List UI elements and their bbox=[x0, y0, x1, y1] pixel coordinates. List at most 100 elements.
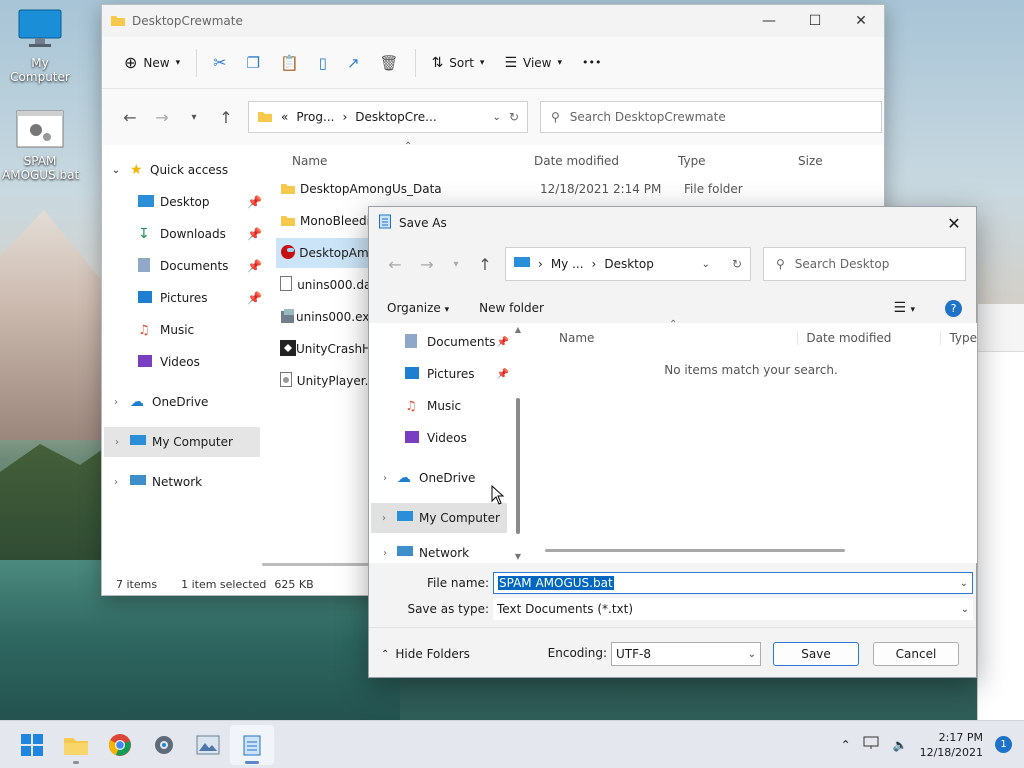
taskbar-settings[interactable] bbox=[142, 725, 186, 765]
column-date-modified[interactable]: Date modified bbox=[524, 154, 668, 168]
recent-chevron-icon[interactable]: ▾ bbox=[178, 112, 210, 123]
rename-button[interactable]: ▯ bbox=[309, 45, 337, 81]
horizontal-scrollbar[interactable] bbox=[545, 549, 845, 552]
delete-button[interactable]: 🗑 bbox=[370, 45, 409, 81]
nav-music[interactable]: ♫ Music bbox=[102, 315, 262, 345]
nav-videos[interactable]: Videos bbox=[102, 347, 262, 377]
chevron-up-icon[interactable]: ⌃ bbox=[841, 738, 851, 752]
maximize-button[interactable]: ☐ bbox=[792, 6, 838, 36]
gear-icon bbox=[155, 735, 173, 754]
breadcrumb-item[interactable]: DesktopCre... bbox=[355, 110, 436, 124]
chevron-down-icon[interactable]: ⌄ bbox=[748, 649, 756, 660]
start-button[interactable] bbox=[10, 725, 54, 765]
chevron-down-icon[interactable]: ⌄ bbox=[702, 259, 710, 270]
refresh-icon[interactable]: ↻ bbox=[509, 110, 519, 124]
new-folder-button[interactable]: New folder bbox=[479, 301, 544, 315]
nav-downloads[interactable]: ↧ Downloads 📌 bbox=[102, 219, 262, 249]
file-row[interactable]: UnityPlayer.d bbox=[276, 366, 376, 396]
breadcrumb-overflow[interactable]: « bbox=[281, 110, 288, 124]
vertical-scrollbar[interactable]: ▲ ▼ bbox=[513, 325, 523, 561]
nav-quick-access[interactable]: ⌄ ★ Quick access bbox=[102, 155, 272, 185]
nav-pictures[interactable]: Pictures 📌 bbox=[102, 283, 262, 313]
horizontal-scrollbar[interactable] bbox=[262, 563, 372, 566]
view-button[interactable]: ☰ View ▾ bbox=[494, 45, 572, 81]
volume-muted-icon[interactable]: 🔈 bbox=[893, 738, 908, 752]
cancel-button[interactable]: Cancel bbox=[873, 642, 959, 666]
taskbar-file-explorer[interactable] bbox=[54, 725, 98, 765]
nav-my-computer[interactable]: › My Computer bbox=[104, 427, 260, 457]
share-button[interactable]: ↗ bbox=[337, 45, 370, 81]
file-row[interactable]: unins000.dat bbox=[276, 270, 376, 300]
desktop-icon-spam-amogus-bat[interactable]: SPAM AMOGUS.bat bbox=[0, 110, 80, 182]
breadcrumb-item[interactable]: Prog... bbox=[296, 110, 334, 124]
paste-button[interactable]: 📋 bbox=[270, 45, 309, 81]
chevron-down-icon[interactable]: ⌄ bbox=[961, 604, 969, 615]
nav-documents[interactable]: Documents 📌 bbox=[405, 327, 509, 357]
encoding-select[interactable]: UTF-8 ⌄ bbox=[611, 642, 761, 666]
column-name[interactable]: Name bbox=[525, 331, 797, 345]
minimize-button[interactable]: — bbox=[746, 6, 792, 36]
save-button[interactable]: Save bbox=[773, 642, 859, 666]
forward-arrow-icon[interactable]: → bbox=[411, 255, 443, 274]
dialog-address-bar[interactable]: › My ... › Desktop ⌄ ↻ bbox=[505, 247, 751, 281]
up-arrow-icon[interactable]: ↑ bbox=[210, 108, 242, 127]
clock[interactable]: 2:17 PM 12/18/2021 bbox=[920, 730, 983, 760]
file-row[interactable]: UnityCrashHa bbox=[276, 334, 379, 364]
nav-network[interactable]: › Network bbox=[102, 467, 262, 497]
close-button[interactable]: ✕ bbox=[838, 6, 884, 36]
sort-button[interactable]: ⇅ Sort ▾ bbox=[422, 45, 495, 81]
close-icon[interactable]: ✕ bbox=[932, 207, 976, 239]
nav-documents[interactable]: Documents 📌 bbox=[102, 251, 262, 281]
column-date-modified[interactable]: Date modified bbox=[797, 331, 940, 345]
back-arrow-icon[interactable]: ← bbox=[114, 108, 146, 127]
chevron-down-icon[interactable]: ⌄ bbox=[960, 578, 968, 589]
notification-badge[interactable]: 1 bbox=[995, 736, 1012, 753]
hide-folders-button[interactable]: ⌃ Hide Folders bbox=[381, 647, 470, 661]
view-options-icon[interactable]: ☰ ▾ bbox=[893, 300, 915, 316]
breadcrumb-item[interactable]: My ... bbox=[551, 257, 584, 271]
file-name: unins000.exe bbox=[296, 310, 377, 324]
column-name[interactable]: Name bbox=[276, 154, 524, 168]
breadcrumb-item[interactable]: Desktop bbox=[604, 257, 654, 271]
file-row[interactable]: DesktopAmo bbox=[276, 238, 376, 268]
nav-videos[interactable]: Videos bbox=[405, 423, 509, 453]
chevron-down-icon[interactable]: ⌄ bbox=[493, 112, 501, 123]
nav-onedrive[interactable]: › ☁ OneDrive bbox=[373, 463, 509, 493]
up-arrow-icon[interactable]: ↑ bbox=[469, 255, 501, 274]
file-row[interactable]: unins000.exe bbox=[276, 302, 376, 332]
nav-label: Network bbox=[152, 475, 203, 489]
scrollbar-thumb[interactable] bbox=[516, 398, 520, 534]
dialog-search-box[interactable]: ⚲ Search Desktop bbox=[763, 247, 966, 281]
nav-music[interactable]: ♫ Music bbox=[405, 391, 509, 421]
nav-desktop[interactable]: Desktop 📌 bbox=[102, 187, 262, 217]
taskbar-photos[interactable] bbox=[186, 725, 230, 765]
nav-pictures[interactable]: Pictures 📌 bbox=[405, 359, 509, 389]
more-options-button[interactable]: ••• bbox=[572, 45, 611, 81]
back-arrow-icon[interactable]: ← bbox=[379, 255, 411, 274]
refresh-icon[interactable]: ↻ bbox=[732, 257, 742, 271]
column-size[interactable]: Size bbox=[788, 154, 858, 168]
file-name-input[interactable]: SPAM AMOGUS.bat ⌄ bbox=[493, 572, 973, 594]
network-status-icon[interactable] bbox=[863, 736, 881, 753]
save-as-type-select[interactable]: Text Documents (*.txt) ⌄ bbox=[493, 598, 973, 620]
help-icon[interactable]: ? bbox=[945, 299, 962, 317]
file-name: UnityCrashHa bbox=[296, 342, 379, 356]
nav-my-computer[interactable]: › My Computer bbox=[371, 503, 507, 533]
organize-button[interactable]: Organize ▾ bbox=[387, 301, 449, 315]
forward-arrow-icon[interactable]: → bbox=[146, 108, 178, 127]
column-type[interactable]: Type bbox=[668, 154, 788, 168]
explorer-search-box[interactable]: ⚲ Search DesktopCrewmate bbox=[540, 101, 882, 133]
cut-button[interactable]: ✂ bbox=[203, 45, 236, 81]
taskbar-chrome[interactable] bbox=[98, 725, 142, 765]
recent-chevron-icon[interactable]: ▾ bbox=[443, 259, 469, 270]
desktop-icon-my-computer[interactable]: My Computer bbox=[0, 8, 80, 84]
taskbar-notepad[interactable] bbox=[230, 724, 274, 765]
column-type[interactable]: Type bbox=[940, 331, 977, 345]
new-button[interactable]: ⊕ New ▾ bbox=[114, 45, 190, 81]
amongus-app-icon bbox=[276, 244, 299, 263]
address-bar[interactable]: « Prog... › DesktopCre... ⌄ ↻ bbox=[248, 101, 528, 133]
nav-onedrive[interactable]: › ☁ OneDrive bbox=[102, 387, 262, 417]
nav-network[interactable]: › Network bbox=[373, 543, 509, 563]
copy-button[interactable]: ❐ bbox=[237, 45, 270, 81]
file-row[interactable]: DesktopAmongUs_Data 12/18/2021 2:14 PM F… bbox=[276, 174, 876, 204]
